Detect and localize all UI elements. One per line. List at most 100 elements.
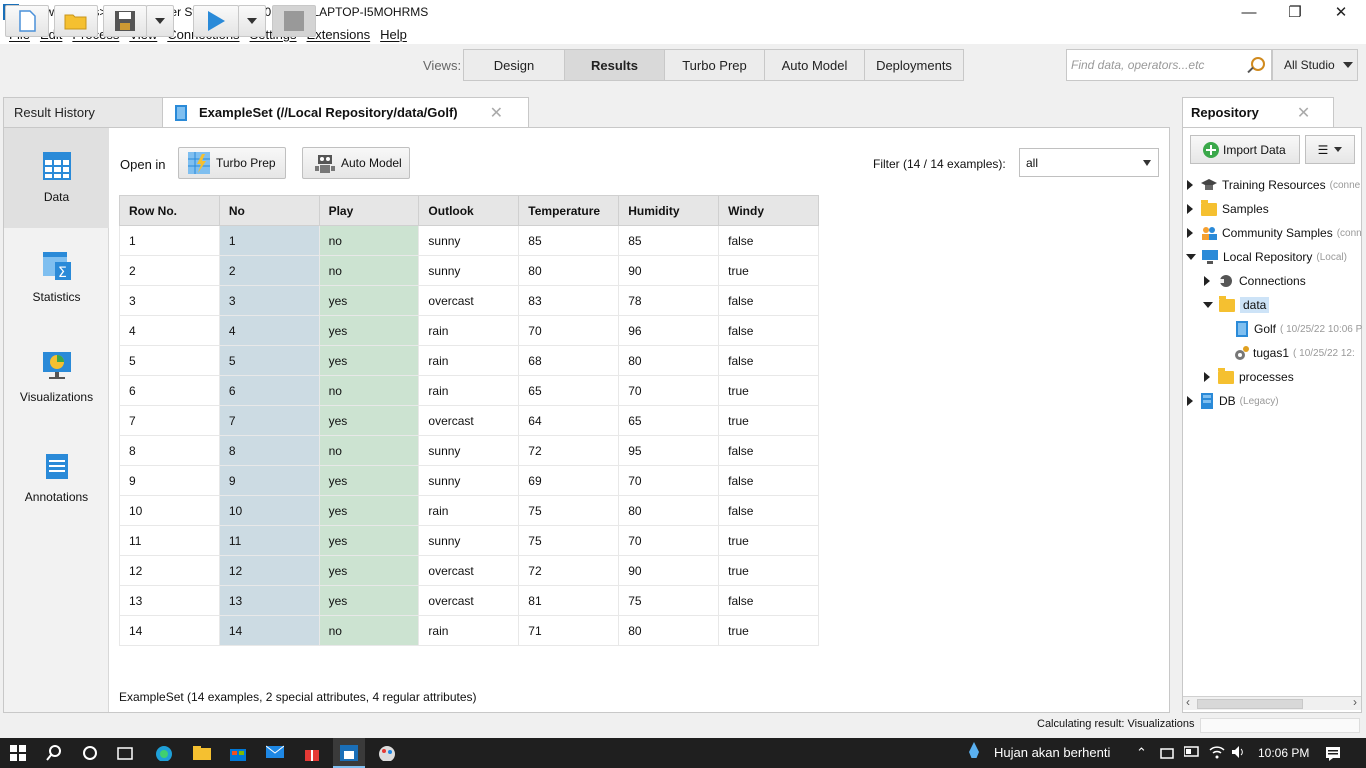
expand-arrow-icon[interactable] — [1187, 180, 1193, 190]
save-button[interactable] — [103, 5, 147, 37]
cortana-icon[interactable] — [82, 745, 100, 761]
view-tab-design[interactable]: Design — [463, 49, 565, 81]
restore-button[interactable]: ❐ — [1272, 0, 1318, 24]
tree-item-data-folder[interactable]: data — [1203, 294, 1270, 316]
battery-icon[interactable] — [1184, 745, 1202, 761]
tab-result-history[interactable]: Result History — [3, 97, 163, 127]
view-tab-auto-model[interactable]: Auto Model — [764, 49, 865, 81]
volume-icon[interactable] — [1231, 745, 1249, 761]
open-auto-model-button[interactable]: Auto Model — [302, 147, 410, 179]
view-tab-turbo-prep[interactable]: Turbo Prep — [664, 49, 765, 81]
column-header[interactable]: Temperature — [518, 195, 620, 226]
tree-item-connections[interactable]: Connections — [1204, 270, 1306, 292]
save-options-button[interactable] — [146, 5, 174, 37]
column-header[interactable]: Windy — [718, 195, 819, 226]
new-process-button[interactable] — [5, 5, 49, 37]
expand-arrow-icon[interactable] — [1187, 228, 1193, 238]
store-icon[interactable] — [229, 745, 247, 761]
wifi-icon[interactable] — [1209, 745, 1227, 761]
scrollbar-thumb[interactable] — [1197, 699, 1303, 709]
weather-icon[interactable] — [968, 742, 986, 758]
collapse-arrow-icon[interactable] — [1186, 254, 1196, 260]
tab-repository[interactable]: Repository ✕ — [1182, 97, 1334, 127]
minimize-button[interactable]: — — [1226, 0, 1272, 24]
table-row[interactable]: 13 13 yes overcast 81 75 false — [119, 585, 819, 616]
table-cell: 78 — [618, 285, 720, 316]
tab-exampleset[interactable]: ExampleSet (//Local Repository/data/Golf… — [162, 97, 529, 127]
close-button[interactable]: ✕ — [1318, 0, 1364, 24]
table-row[interactable]: 11 11 yes sunny 75 70 true — [119, 525, 819, 556]
sidebar-item-statistics[interactable]: Σ Statistics — [4, 228, 109, 328]
tree-item-local-repository[interactable]: Local Repository (Local) — [1186, 246, 1347, 268]
tree-item-community-samples[interactable]: Community Samples (conn — [1187, 222, 1362, 244]
chevron-up-icon[interactable]: ⌃ — [1136, 745, 1147, 761]
table-row[interactable]: 2 2 no sunny 80 90 true — [119, 255, 819, 286]
close-repository-icon[interactable]: ✕ — [1297, 103, 1310, 123]
table-cell: 3 — [218, 285, 320, 316]
table-row[interactable]: 14 14 no rain 71 80 true — [119, 615, 819, 646]
column-header[interactable]: Play — [318, 195, 420, 226]
table-row[interactable]: 9 9 yes sunny 69 70 false — [119, 465, 819, 496]
task-view-icon[interactable] — [117, 745, 135, 761]
search-input[interactable]: Find data, operators...etc — [1066, 49, 1272, 81]
tree-item-tugas1[interactable]: tugas1 ( 10/25/22 12: — [1234, 342, 1355, 364]
sidebar-item-data[interactable]: Data — [4, 128, 109, 228]
paint-icon[interactable] — [378, 745, 396, 761]
collapse-arrow-icon[interactable] — [1203, 302, 1213, 308]
close-tab-icon[interactable]: ✕ — [490, 103, 503, 123]
search-icon[interactable] — [46, 745, 64, 761]
table-row[interactable]: 3 3 yes overcast 83 78 false — [119, 285, 819, 316]
table-row[interactable]: 5 5 yes rain 68 80 false — [119, 345, 819, 376]
tree-item-training-resources[interactable]: Training Resources (conne — [1187, 174, 1360, 196]
rapidminer-taskbar-icon — [340, 745, 358, 761]
filter-dropdown[interactable]: all — [1019, 148, 1159, 177]
weather-text[interactable]: Hujan akan berhenti — [994, 745, 1110, 760]
view-tab-results[interactable]: Results — [564, 49, 665, 81]
edge-icon[interactable] — [155, 745, 173, 761]
sidebar-item-annotations[interactable]: Annotations — [4, 428, 109, 528]
run-options-button[interactable] — [238, 5, 266, 37]
menu-help[interactable]: Help — [380, 27, 407, 42]
file-explorer-icon[interactable] — [193, 745, 211, 761]
gift-icon[interactable] — [304, 745, 322, 761]
mail-icon[interactable] — [266, 745, 284, 761]
expand-arrow-icon[interactable] — [1187, 204, 1193, 214]
run-button[interactable] — [193, 5, 239, 37]
repository-menu-button[interactable]: ☰ — [1305, 135, 1355, 164]
column-header[interactable]: Outlook — [418, 195, 520, 226]
windows-start-icon[interactable] — [10, 745, 28, 761]
stop-button[interactable] — [272, 5, 316, 37]
scroll-left-icon[interactable]: ‹ — [1186, 695, 1190, 709]
table-cell: no — [318, 615, 420, 646]
table-row[interactable]: 6 6 no rain 65 70 true — [119, 375, 819, 406]
expand-arrow-icon[interactable] — [1187, 396, 1193, 406]
meet-now-icon[interactable] — [1160, 745, 1178, 761]
table-row[interactable]: 1 1 no sunny 85 85 false — [119, 225, 819, 256]
menu-extensions[interactable]: Extensions — [307, 27, 371, 42]
search-icon[interactable] — [1251, 57, 1265, 71]
open-turbo-prep-button[interactable]: Turbo Prep — [178, 147, 286, 179]
tree-item-golf[interactable]: Golf ( 10/25/22 10:06 P — [1236, 318, 1362, 340]
view-tab-deployments[interactable]: Deployments — [864, 49, 964, 81]
tree-item-processes[interactable]: processes — [1204, 366, 1294, 388]
tree-item-db[interactable]: DB (Legacy) — [1187, 390, 1279, 412]
import-data-button[interactable]: Import Data — [1190, 135, 1300, 164]
table-row[interactable]: 10 10 yes rain 75 80 false — [119, 495, 819, 526]
tree-item-samples[interactable]: Samples — [1187, 198, 1269, 220]
notifications-icon[interactable] — [1325, 745, 1343, 761]
clock-time[interactable]: 10:06 PM — [1258, 746, 1309, 760]
scroll-right-icon[interactable]: › — [1353, 695, 1357, 709]
column-header[interactable]: No — [218, 195, 320, 226]
sidebar-item-visualizations[interactable]: Visualizations — [4, 328, 109, 428]
expand-arrow-icon[interactable] — [1204, 372, 1210, 382]
table-row[interactable]: 7 7 yes overcast 64 65 true — [119, 405, 819, 436]
table-row[interactable]: 8 8 no sunny 72 95 false — [119, 435, 819, 466]
studio-mode-dropdown[interactable]: All Studio — [1272, 49, 1358, 81]
column-header[interactable]: Humidity — [618, 195, 720, 226]
table-row[interactable]: 12 12 yes overcast 72 90 true — [119, 555, 819, 586]
repository-horizontal-scrollbar[interactable]: ‹ › — [1183, 695, 1361, 710]
open-button[interactable] — [54, 5, 98, 37]
column-header[interactable]: Row No. — [119, 195, 220, 226]
table-row[interactable]: 4 4 yes rain 70 96 false — [119, 315, 819, 346]
expand-arrow-icon[interactable] — [1204, 276, 1210, 286]
